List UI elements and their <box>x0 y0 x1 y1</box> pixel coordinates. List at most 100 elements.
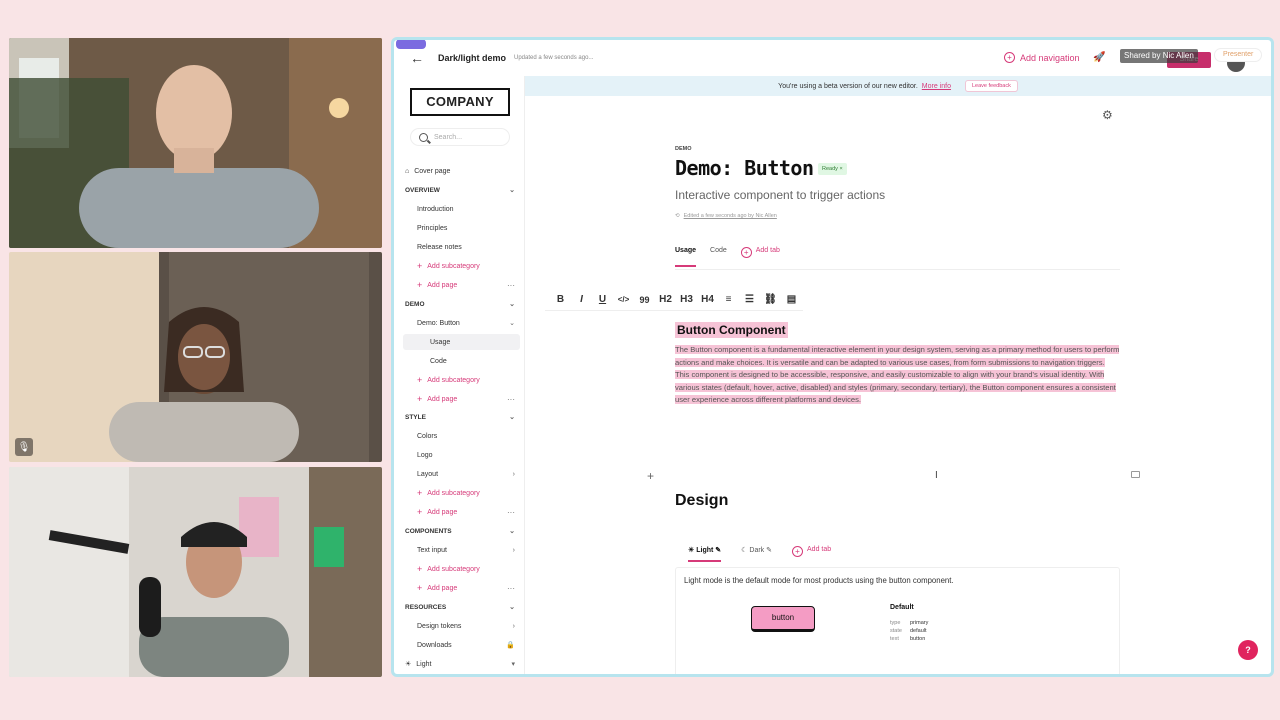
preview-button[interactable]: button <box>751 606 815 632</box>
search-input[interactable]: Search... <box>410 128 510 146</box>
heading4-button[interactable]: H4 <box>701 294 714 305</box>
add-subcategory-button[interactable]: + Add subcategory <box>394 485 525 501</box>
component-heading[interactable]: Button Component <box>675 322 788 338</box>
plus-icon: + <box>417 394 423 404</box>
chevron-down-icon: ⌄ <box>509 528 515 535</box>
sidebar-item-principles[interactable]: Principles <box>394 220 525 236</box>
sidebar-item-cover-page[interactable]: ⌂ Cover page <box>394 163 525 179</box>
text-cursor-icon: I <box>935 470 938 481</box>
tab-code[interactable]: Code <box>710 247 727 267</box>
prop-row: type primary <box>890 620 928 626</box>
quote-button[interactable]: 99 <box>638 295 651 305</box>
add-navigation-label: Add navigation <box>1020 52 1080 63</box>
sidebar-section-components[interactable]: COMPONENTS ⌄ <box>394 523 525 539</box>
sidebar-section-label: STYLE <box>405 413 426 421</box>
add-subcategory-label: Add subcategory <box>427 489 480 497</box>
link-icon[interactable]: ⛓ <box>764 294 777 305</box>
more-info-link[interactable]: More info <box>922 83 951 90</box>
gear-icon[interactable]: ⚙ <box>1102 108 1113 122</box>
sidebar-item-code[interactable]: Code <box>394 353 525 369</box>
sidebar: COMPANY Search... ⌂ Cover page OVERVIEW … <box>394 76 525 674</box>
more-icon[interactable]: ··· <box>507 281 515 290</box>
close-icon[interactable]: × <box>839 166 842 172</box>
sidebar-item-layout[interactable]: Layout › <box>394 466 525 482</box>
prop-key: type <box>890 620 901 626</box>
bullet-list-icon[interactable]: ☰ <box>743 294 756 305</box>
edited-info[interactable]: ⟲ Edited a few seconds ago by Nic Allen <box>675 213 777 219</box>
add-tab-button[interactable]: + Add tab <box>740 247 780 267</box>
video-tile-participant-3[interactable] <box>9 467 382 677</box>
sidebar-item-logo[interactable]: Logo <box>394 447 525 463</box>
add-page-button[interactable]: + Add page ··· <box>394 391 525 407</box>
underline-button[interactable]: U <box>596 294 609 305</box>
add-subcategory-button[interactable]: + Add subcategory <box>394 561 525 577</box>
sidebar-item-colors[interactable]: Colors <box>394 428 525 444</box>
company-logo[interactable]: COMPANY <box>410 88 510 116</box>
page-title[interactable]: Demo: Button <box>675 156 814 180</box>
sidebar-item-label: Logo <box>417 451 433 459</box>
heading3-button[interactable]: H3 <box>680 294 693 305</box>
chevron-down-icon: ⌄ <box>509 320 515 327</box>
sidebar-section-demo[interactable]: DEMO ⌄ <box>394 296 525 312</box>
theme-toggle[interactable]: ☀ Light ▾ <box>394 656 525 672</box>
plus-circle-icon: + <box>1004 52 1015 63</box>
numbered-list-icon[interactable]: ≡ <box>722 294 735 305</box>
tab-dark[interactable]: ☾ Dark ✎ <box>741 546 772 562</box>
add-page-button[interactable]: + Add page ··· <box>394 504 525 520</box>
sidebar-section-label: COMPONENTS <box>405 527 452 535</box>
sidebar-item-label: Usage <box>430 338 451 346</box>
component-description[interactable]: The Button component is a fundamental in… <box>675 344 1120 407</box>
sidebar-item-design-tokens[interactable]: Design tokens › <box>394 618 525 634</box>
presenter-badge: Presenter <box>1214 48 1263 62</box>
add-navigation-button[interactable]: + Add navigation <box>1004 52 1080 63</box>
main-content: ⚙ DEMO Demo: Button Ready × Interactive … <box>525 96 1271 674</box>
sidebar-item-usage[interactable]: Usage <box>403 334 520 350</box>
add-tab-label: Add tab <box>755 247 780 254</box>
more-icon[interactable]: ··· <box>507 395 515 404</box>
theme-toggle-label: Light <box>416 660 432 668</box>
add-tab-button[interactable]: + Add tab <box>792 546 831 562</box>
tab-usage[interactable]: Usage <box>675 247 697 267</box>
plus-icon: + <box>417 583 423 593</box>
add-page-button[interactable]: + Add page ··· <box>394 580 525 596</box>
page-tabs: Usage Code + Add tab <box>675 247 780 267</box>
add-subcategory-label: Add subcategory <box>427 376 480 384</box>
help-button[interactable]: ? <box>1238 640 1258 660</box>
back-arrow-icon[interactable]: ← <box>410 50 424 66</box>
add-subcategory-button[interactable]: + Add subcategory <box>394 372 525 388</box>
comment-icon[interactable]: ▤ <box>785 294 798 305</box>
add-page-button[interactable]: + Add page ··· <box>394 277 525 293</box>
bold-button[interactable]: B <box>554 294 567 305</box>
sidebar-item-text-input[interactable]: Text input › <box>394 542 525 558</box>
edit-icon: ✎ <box>715 547 722 554</box>
video-tile-participant-1[interactable] <box>9 38 382 248</box>
heading2-button[interactable]: H2 <box>659 294 672 305</box>
video-tile-participant-2[interactable]: 🎙 <box>9 252 382 462</box>
add-subcategory-button[interactable]: + Add subcategory <box>394 258 525 274</box>
sidebar-item-introduction[interactable]: Introduction <box>394 201 525 217</box>
prop-value: default <box>910 628 927 634</box>
more-icon[interactable]: ··· <box>507 584 515 593</box>
chevron-down-icon: ⌄ <box>509 301 515 308</box>
sidebar-item-release-notes[interactable]: Release notes <box>394 239 525 255</box>
code-button[interactable]: </> <box>617 295 630 304</box>
sidebar-section-overview[interactable]: OVERVIEW ⌄ <box>394 182 525 198</box>
prop-key: state <box>890 628 902 634</box>
add-block-icon[interactable]: + <box>647 469 654 483</box>
search-icon <box>419 132 428 142</box>
sidebar-section-style[interactable]: STYLE ⌄ <box>394 409 525 425</box>
sidebar-item-downloads[interactable]: Downloads 🔒 <box>394 637 525 653</box>
leave-feedback-button[interactable]: Leave feedback <box>964 80 1018 92</box>
status-badge[interactable]: Ready × <box>818 163 847 175</box>
tab-light[interactable]: ☀ Light ✎ <box>688 546 722 562</box>
sidebar-section-resources[interactable]: RESOURCES ⌄ <box>394 599 525 615</box>
tab-dark-label: Dark <box>749 547 765 554</box>
design-heading[interactable]: Design <box>675 492 728 510</box>
more-icon[interactable]: ··· <box>507 508 515 517</box>
mic-icon[interactable]: 🎙 <box>15 438 33 456</box>
sidebar-item-demo-button[interactable]: Demo: Button ⌄ <box>394 315 525 331</box>
comment-icon[interactable] <box>1131 471 1140 478</box>
rocket-icon[interactable]: 🚀 <box>1093 52 1105 63</box>
italic-button[interactable]: I <box>575 294 588 305</box>
page-subtitle[interactable]: Interactive component to trigger actions <box>675 188 885 202</box>
